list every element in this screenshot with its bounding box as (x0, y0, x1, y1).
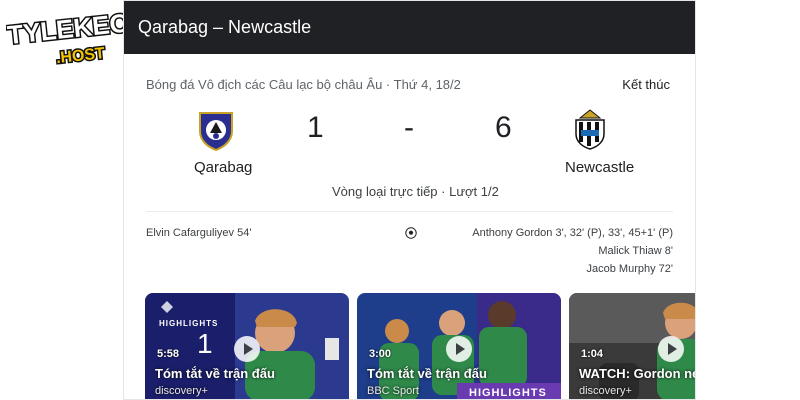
away-team-name[interactable]: Newcastle (565, 159, 634, 176)
round-info: Vòng loại trực tiếp · Lượt 1/2 (332, 184, 499, 199)
match-title: Qarabag – Newcastle (138, 17, 312, 37)
away-scorer: Jacob Murphy 72' (586, 263, 673, 275)
logo-text-bottom: .HOST (55, 45, 106, 67)
video-card[interactable]: 1:04 WATCH: Gordon nets discovery+ (569, 293, 695, 399)
video-duration: 5:58 (157, 348, 180, 360)
match-status: Kết thúc (622, 77, 670, 92)
home-scorer: Elvin Cafarguliyev 54' (146, 227, 252, 239)
site-logo[interactable]: TYLEKEO .HOST (6, 8, 134, 68)
divider (146, 211, 673, 212)
home-score: 1 (307, 111, 324, 144)
score-separator: - (404, 111, 414, 144)
highlights-badge: HIGHLIGHTS (469, 387, 547, 399)
video-title: Tóm tắt về trận đấu (367, 366, 487, 381)
away-scorer: Anthony Gordon 3', 32' (P), 33', 45+1' (… (472, 227, 673, 239)
video-card[interactable]: HIGHLIGHTS 3:00 Tóm tắt về trận đấu BBC … (357, 293, 561, 399)
video-title: Tóm tắt về trận đấu (155, 366, 275, 381)
play-icon[interactable] (234, 336, 260, 362)
soccer-ball-icon (405, 226, 417, 239)
newcastle-crest-icon[interactable] (570, 108, 610, 150)
away-score: 6 (495, 111, 512, 144)
match-header[interactable]: Qarabag – Newcastle (124, 1, 695, 54)
highlights-badge: HIGHLIGHTS (159, 319, 219, 328)
match-card: Qarabag – Newcastle Bóng đá Vô địch các … (123, 0, 696, 400)
competition-line: Bóng đá Vô địch các Câu lạc bộ châu Âu ·… (146, 77, 461, 92)
video-duration: 1:04 (581, 348, 604, 360)
svg-text:1: 1 (197, 328, 213, 359)
video-source: discovery+ (155, 385, 208, 397)
qarabag-crest-icon[interactable] (196, 109, 236, 152)
video-card[interactable]: 1 HIGHLIGHTS 5:58 Tóm tắt về trận đấu di… (145, 293, 349, 399)
logo-text-top: TYLEKEO (6, 8, 131, 50)
video-title: WATCH: Gordon nets (579, 366, 695, 381)
video-source: BBC Sport (367, 385, 419, 397)
away-scorer: Malick Thiaw 8' (598, 245, 673, 257)
video-duration: 3:00 (369, 348, 392, 360)
play-icon[interactable] (446, 336, 472, 362)
video-source: discovery+ (579, 385, 632, 397)
play-icon[interactable] (658, 336, 684, 362)
home-team-name[interactable]: Qarabag (194, 159, 252, 176)
